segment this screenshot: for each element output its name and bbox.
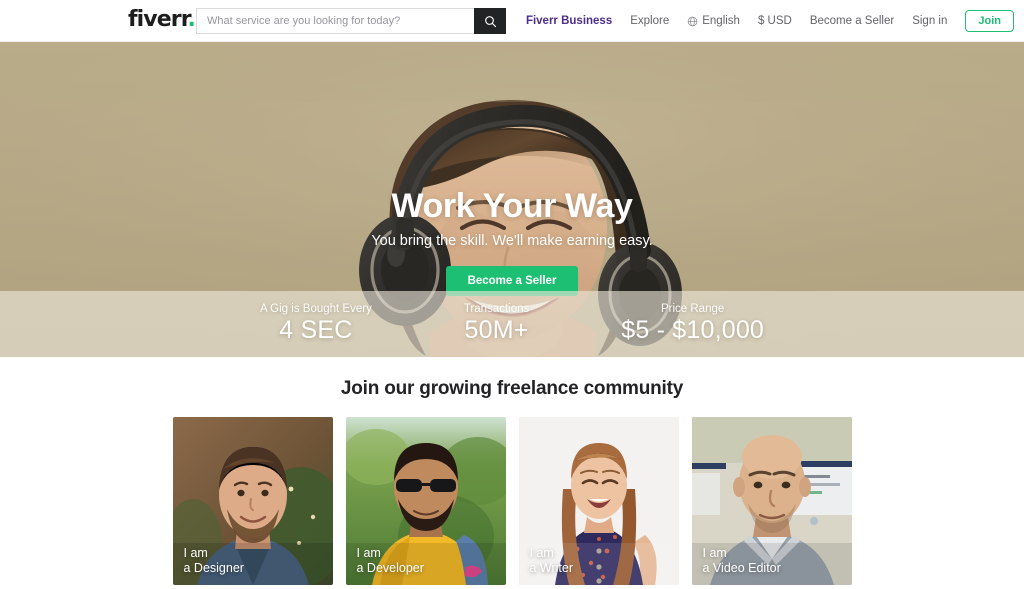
nav-item-become-a-seller[interactable]: Become a Seller: [810, 15, 894, 27]
card-caption: I am a Video Editor: [703, 546, 781, 577]
stat-value: 50M+: [464, 316, 529, 344]
caption-line-2: a Designer: [183, 561, 244, 576]
nav-item-explore[interactable]: Explore: [630, 15, 669, 27]
nav-item-sign-in[interactable]: Sign in: [912, 15, 947, 27]
community-card-designer[interactable]: I am a Designer: [172, 417, 333, 585]
caption-line-1: I am: [702, 545, 727, 560]
hero-subtitle: You bring the skill. We'll make earning …: [371, 233, 653, 250]
caption-line-1: I am: [356, 545, 381, 560]
stat-label: Price Range: [660, 303, 725, 315]
stat-label: A Gig is Bought Every: [259, 303, 372, 315]
search-input[interactable]: [196, 8, 474, 34]
logo-dot: .: [187, 7, 196, 32]
nav-item-currency[interactable]: $ USD: [758, 15, 792, 27]
stat-label: Transactions: [463, 303, 530, 315]
community-card-developer[interactable]: I am a Developer: [345, 417, 506, 585]
search-icon: [484, 15, 497, 28]
caption-line-2: a Video Editor: [702, 561, 781, 576]
nav-language-label: English: [702, 15, 740, 27]
community-card-video-editor[interactable]: I am a Video Editor: [691, 417, 852, 585]
card-caption: I am a Designer: [184, 546, 244, 577]
caption-line-2: a Writer: [529, 561, 574, 576]
hero-content: Work Your Way You bring the skill. We'll…: [0, 187, 1024, 297]
stat-value: $5 - $10,000: [621, 316, 765, 344]
nav-item-language[interactable]: English: [687, 15, 740, 27]
header-nav: Fiverr Business Explore English $ USD Be…: [526, 0, 1014, 42]
stat-value: 4 SEC: [279, 316, 353, 344]
globe-icon: [687, 16, 698, 27]
community-card-writer[interactable]: I am a Writer: [518, 417, 679, 585]
community-section: Join our growing freelance community I a…: [0, 357, 1024, 585]
search-button[interactable]: [474, 8, 506, 34]
hero-title: Work Your Way: [391, 187, 633, 225]
stat-item-transactions: Transactions 50M+: [418, 303, 575, 345]
community-cards: I am a Designer I am a Developer I am a …: [0, 417, 1024, 585]
stat-item-price-range: Price Range $5 - $10,000: [575, 303, 810, 345]
fiverr-logo[interactable]: fiverr.: [128, 7, 196, 32]
stats-bar: A Gig is Bought Every 4 SEC Transactions…: [0, 291, 1024, 357]
hero-banner: Work Your Way You bring the skill. We'll…: [0, 42, 1024, 357]
card-caption: I am a Writer: [530, 546, 574, 577]
caption-line-2: a Developer: [356, 561, 424, 576]
stat-item-gig-frequency: A Gig is Bought Every 4 SEC: [214, 303, 418, 345]
logo-text: fiverr: [128, 7, 188, 32]
search-bar: [196, 8, 506, 34]
caption-line-1: I am: [529, 545, 554, 560]
caption-line-1: I am: [183, 545, 208, 560]
nav-item-fiverr-business[interactable]: Fiverr Business: [526, 15, 612, 27]
join-button[interactable]: Join: [965, 10, 1014, 32]
card-caption: I am a Developer: [357, 546, 424, 577]
community-heading: Join our growing freelance community: [340, 378, 684, 399]
site-header: fiverr. Fiverr Business Explore Engl: [0, 0, 1024, 42]
